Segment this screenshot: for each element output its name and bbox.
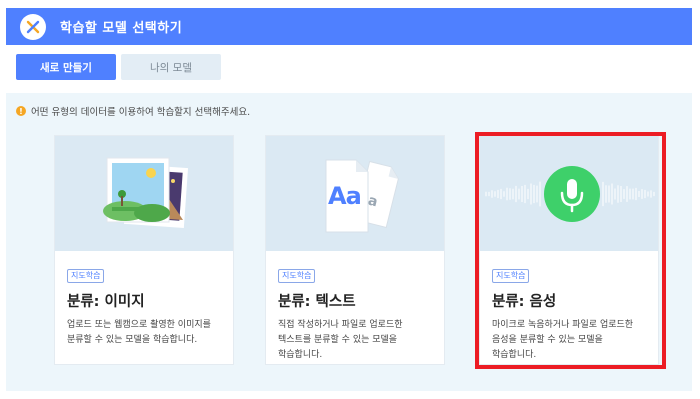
card-description: 직접 작성하거나 파일로 업로드한 텍스트를 분류할 수 있는 모델을 학습합니… <box>278 320 403 360</box>
supervised-tag: 지도학습 <box>67 269 105 283</box>
supervised-tag: 지도학습 <box>278 269 316 283</box>
close-x-icon <box>26 20 40 33</box>
text-classification-card[interactable]: a Aa 지도학습 분류: 텍스트 직접 작성하거나 파일로 업로드한 텍스트를… <box>265 135 445 365</box>
text-icon-label: Aa <box>328 182 362 210</box>
close-button[interactable] <box>20 13 46 40</box>
card-illustration <box>55 136 233 251</box>
supervised-tag: 지도학습 <box>492 269 530 283</box>
tab-my-models[interactable]: 나의 모델 <box>121 54 221 80</box>
card-title: 분류: 텍스트 <box>278 294 356 310</box>
card-illustration <box>480 136 658 251</box>
card-title: 분류: 이미지 <box>67 294 145 310</box>
notice-text: 어떤 유형의 데이터를 이용하여 학습할지 선택해주세요. <box>31 107 251 118</box>
modal-header: 학습할 모델 선택하기 <box>6 8 692 45</box>
microphone-icon <box>544 166 600 222</box>
model-selection-panel: ! 어떤 유형의 데이터를 이용하여 학습할지 선택해주세요. 지도학습 분류:… <box>6 93 692 391</box>
exclamation-icon: ! <box>16 106 26 116</box>
audio-classification-card[interactable]: 지도학습 분류: 음성 마이크로 녹음하거나 파일로 업로드한 음성을 분류할 … <box>479 135 659 365</box>
card-illustration: a Aa <box>266 136 444 251</box>
image-classification-card[interactable]: 지도학습 분류: 이미지 업로드 또는 웹캠으로 촬영한 이미지를 분류할 수 … <box>54 135 234 365</box>
card-description: 마이크로 녹음하거나 파일로 업로드한 음성을 분류할 수 있는 모델을 학습합… <box>492 320 634 360</box>
card-description: 업로드 또는 웹캠으로 촬영한 이미지를 분류할 수 있는 모델을 학습합니다. <box>67 320 211 345</box>
page-title: 학습할 모델 선택하기 <box>60 21 183 36</box>
notice: ! 어떤 유형의 데이터를 이용하여 학습할지 선택해주세요. <box>16 104 250 118</box>
picture-icon <box>103 157 189 229</box>
card-title: 분류: 음성 <box>492 294 557 310</box>
tab-new[interactable]: 새로 만들기 <box>16 54 116 80</box>
